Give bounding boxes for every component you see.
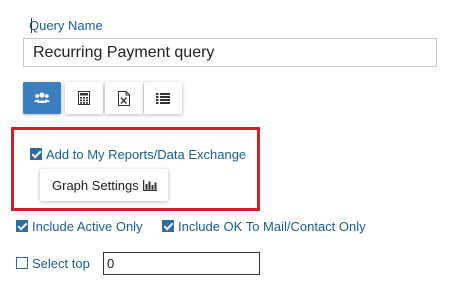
query-name-label: Query Name — [29, 18, 103, 33]
list-icon — [156, 92, 170, 104]
list-view-button[interactable] — [144, 82, 182, 114]
calculator-button[interactable] — [65, 82, 103, 114]
graph-settings-button[interactable]: Graph Settings — [40, 169, 168, 201]
users-button[interactable] — [23, 82, 61, 114]
query-name-input[interactable] — [23, 38, 437, 67]
calculator-icon — [78, 91, 90, 105]
users-icon — [34, 92, 50, 103]
include-active-only-label: Include Active Only — [32, 219, 143, 234]
graph-settings-label: Graph Settings — [52, 177, 139, 193]
add-to-reports-checkbox[interactable] — [30, 148, 42, 160]
include-ok-to-mail-checkbox[interactable] — [162, 220, 174, 232]
select-top-input[interactable] — [103, 252, 260, 275]
add-to-reports-label: Add to My Reports/Data Exchange — [46, 147, 247, 162]
bar-chart-icon — [142, 179, 157, 191]
select-top-label: Select top — [32, 256, 90, 271]
text-cursor — [31, 18, 32, 33]
select-top-checkbox[interactable] — [16, 257, 28, 269]
excel-icon — [118, 90, 130, 106]
include-ok-to-mail-label: Include OK To Mail/Contact Only — [178, 219, 366, 234]
include-active-only-checkbox[interactable] — [16, 220, 28, 232]
excel-export-button[interactable] — [105, 82, 143, 114]
